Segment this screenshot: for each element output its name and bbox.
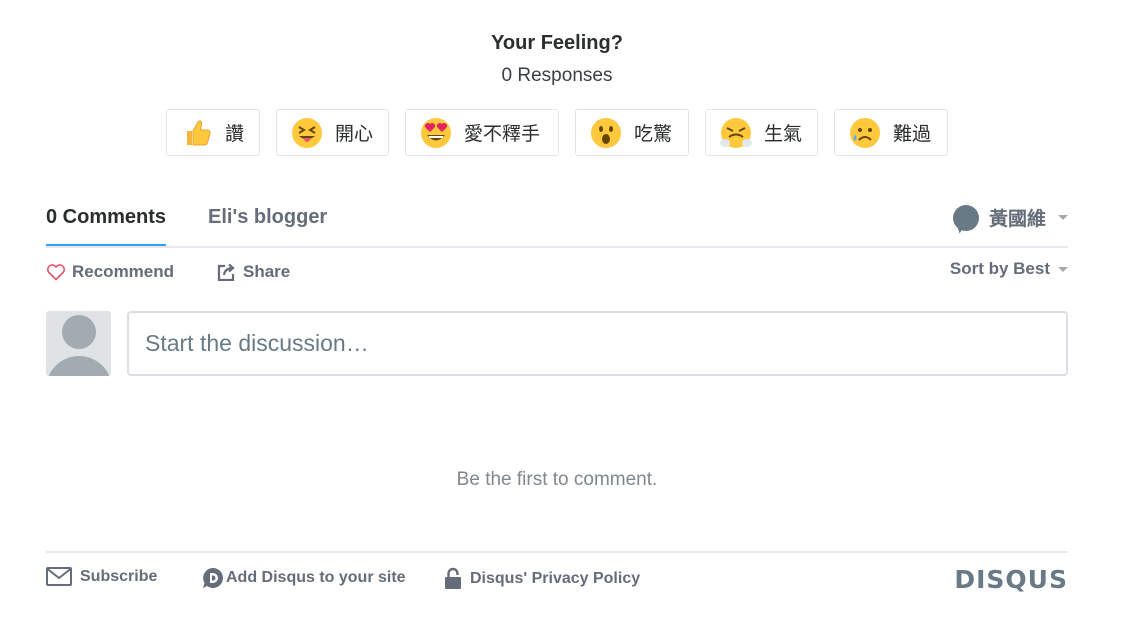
empty-thread-message: Be the first to comment. (456, 469, 658, 490)
disqus-logo[interactable]: DISQUS (954, 565, 1068, 594)
heart-eyes-emoji (421, 117, 451, 148)
chevron-down-icon (1058, 266, 1068, 272)
reaction-label: 讚 (225, 123, 245, 145)
footer: Subscribe Add Disqus to your site Disqus… (46, 551, 1068, 603)
reaction-label: 開心 (335, 123, 374, 145)
subscribe-label: Subscribe (80, 567, 158, 585)
reactions-count: 0 Responses (501, 65, 613, 86)
reaction-love[interactable]: 愛不釋手 (405, 109, 559, 156)
reaction-label: 生氣 (764, 123, 803, 145)
reactions-title: Your Feeling? (491, 32, 623, 54)
share-icon (217, 263, 235, 281)
envelope-icon (46, 567, 72, 586)
angry-steam-emoji (720, 117, 752, 148)
tab-comments[interactable]: 0 Comments (46, 206, 167, 246)
reaction-happy[interactable]: 開心 (276, 109, 389, 156)
disqus-thread: Your Feeling? 0 Responses 讚 開心 愛不釋手 吃驚 生… (0, 0, 1127, 629)
privacy-policy-link[interactable]: Disqus' Privacy Policy (444, 567, 640, 590)
sad-tear-emoji (850, 117, 880, 148)
add-disqus-link[interactable]: Add Disqus to your site (202, 567, 406, 589)
lock-icon (445, 567, 461, 589)
chevron-down-icon (1058, 215, 1068, 220)
share-button[interactable]: Share (217, 262, 290, 282)
chat-bubble-icon (952, 204, 979, 231)
tab-community[interactable]: Eli's blogger (208, 206, 327, 229)
thread-actions: Recommend Share Sort by Best (46, 259, 1068, 286)
reaction-sad[interactable]: 難過 (834, 109, 948, 156)
heart-icon (46, 264, 66, 281)
reactions-bar: 讚 開心 愛不釋手 吃驚 生氣 難過 (166, 109, 948, 158)
add-disqus-label: Add Disqus to your site (226, 569, 406, 586)
reaction-surprised[interactable]: 吃驚 (575, 109, 689, 156)
comment-input[interactable] (127, 311, 1068, 376)
reaction-label: 難過 (893, 123, 932, 145)
reaction-angry[interactable]: 生氣 (705, 109, 818, 156)
avatar (46, 311, 111, 376)
user-menu[interactable]: 黃國維 (952, 204, 1068, 231)
surprised-emoji (591, 117, 621, 148)
reaction-label: 愛不釋手 (464, 123, 541, 145)
user-name: 黃國維 (988, 208, 1046, 230)
thumbs-up-emoji (187, 119, 211, 145)
sort-dropdown[interactable]: Sort by Best (950, 259, 1068, 279)
tongue-squint-emoji (292, 117, 322, 148)
sort-label: Sort by Best (949, 259, 1050, 278)
recommend-button[interactable]: Recommend (46, 262, 174, 282)
share-label: Share (243, 262, 291, 281)
subscribe-link[interactable]: Subscribe (46, 567, 157, 586)
reaction-like[interactable]: 讚 (166, 109, 260, 156)
privacy-policy-label: Disqus' Privacy Policy (470, 569, 641, 587)
nav-tabs: 0 Comments Eli's blogger 黃國維 (46, 204, 1068, 248)
disqus-logo-icon (203, 568, 223, 588)
reaction-label: 吃驚 (634, 123, 673, 145)
recommend-label: Recommend (72, 262, 175, 281)
